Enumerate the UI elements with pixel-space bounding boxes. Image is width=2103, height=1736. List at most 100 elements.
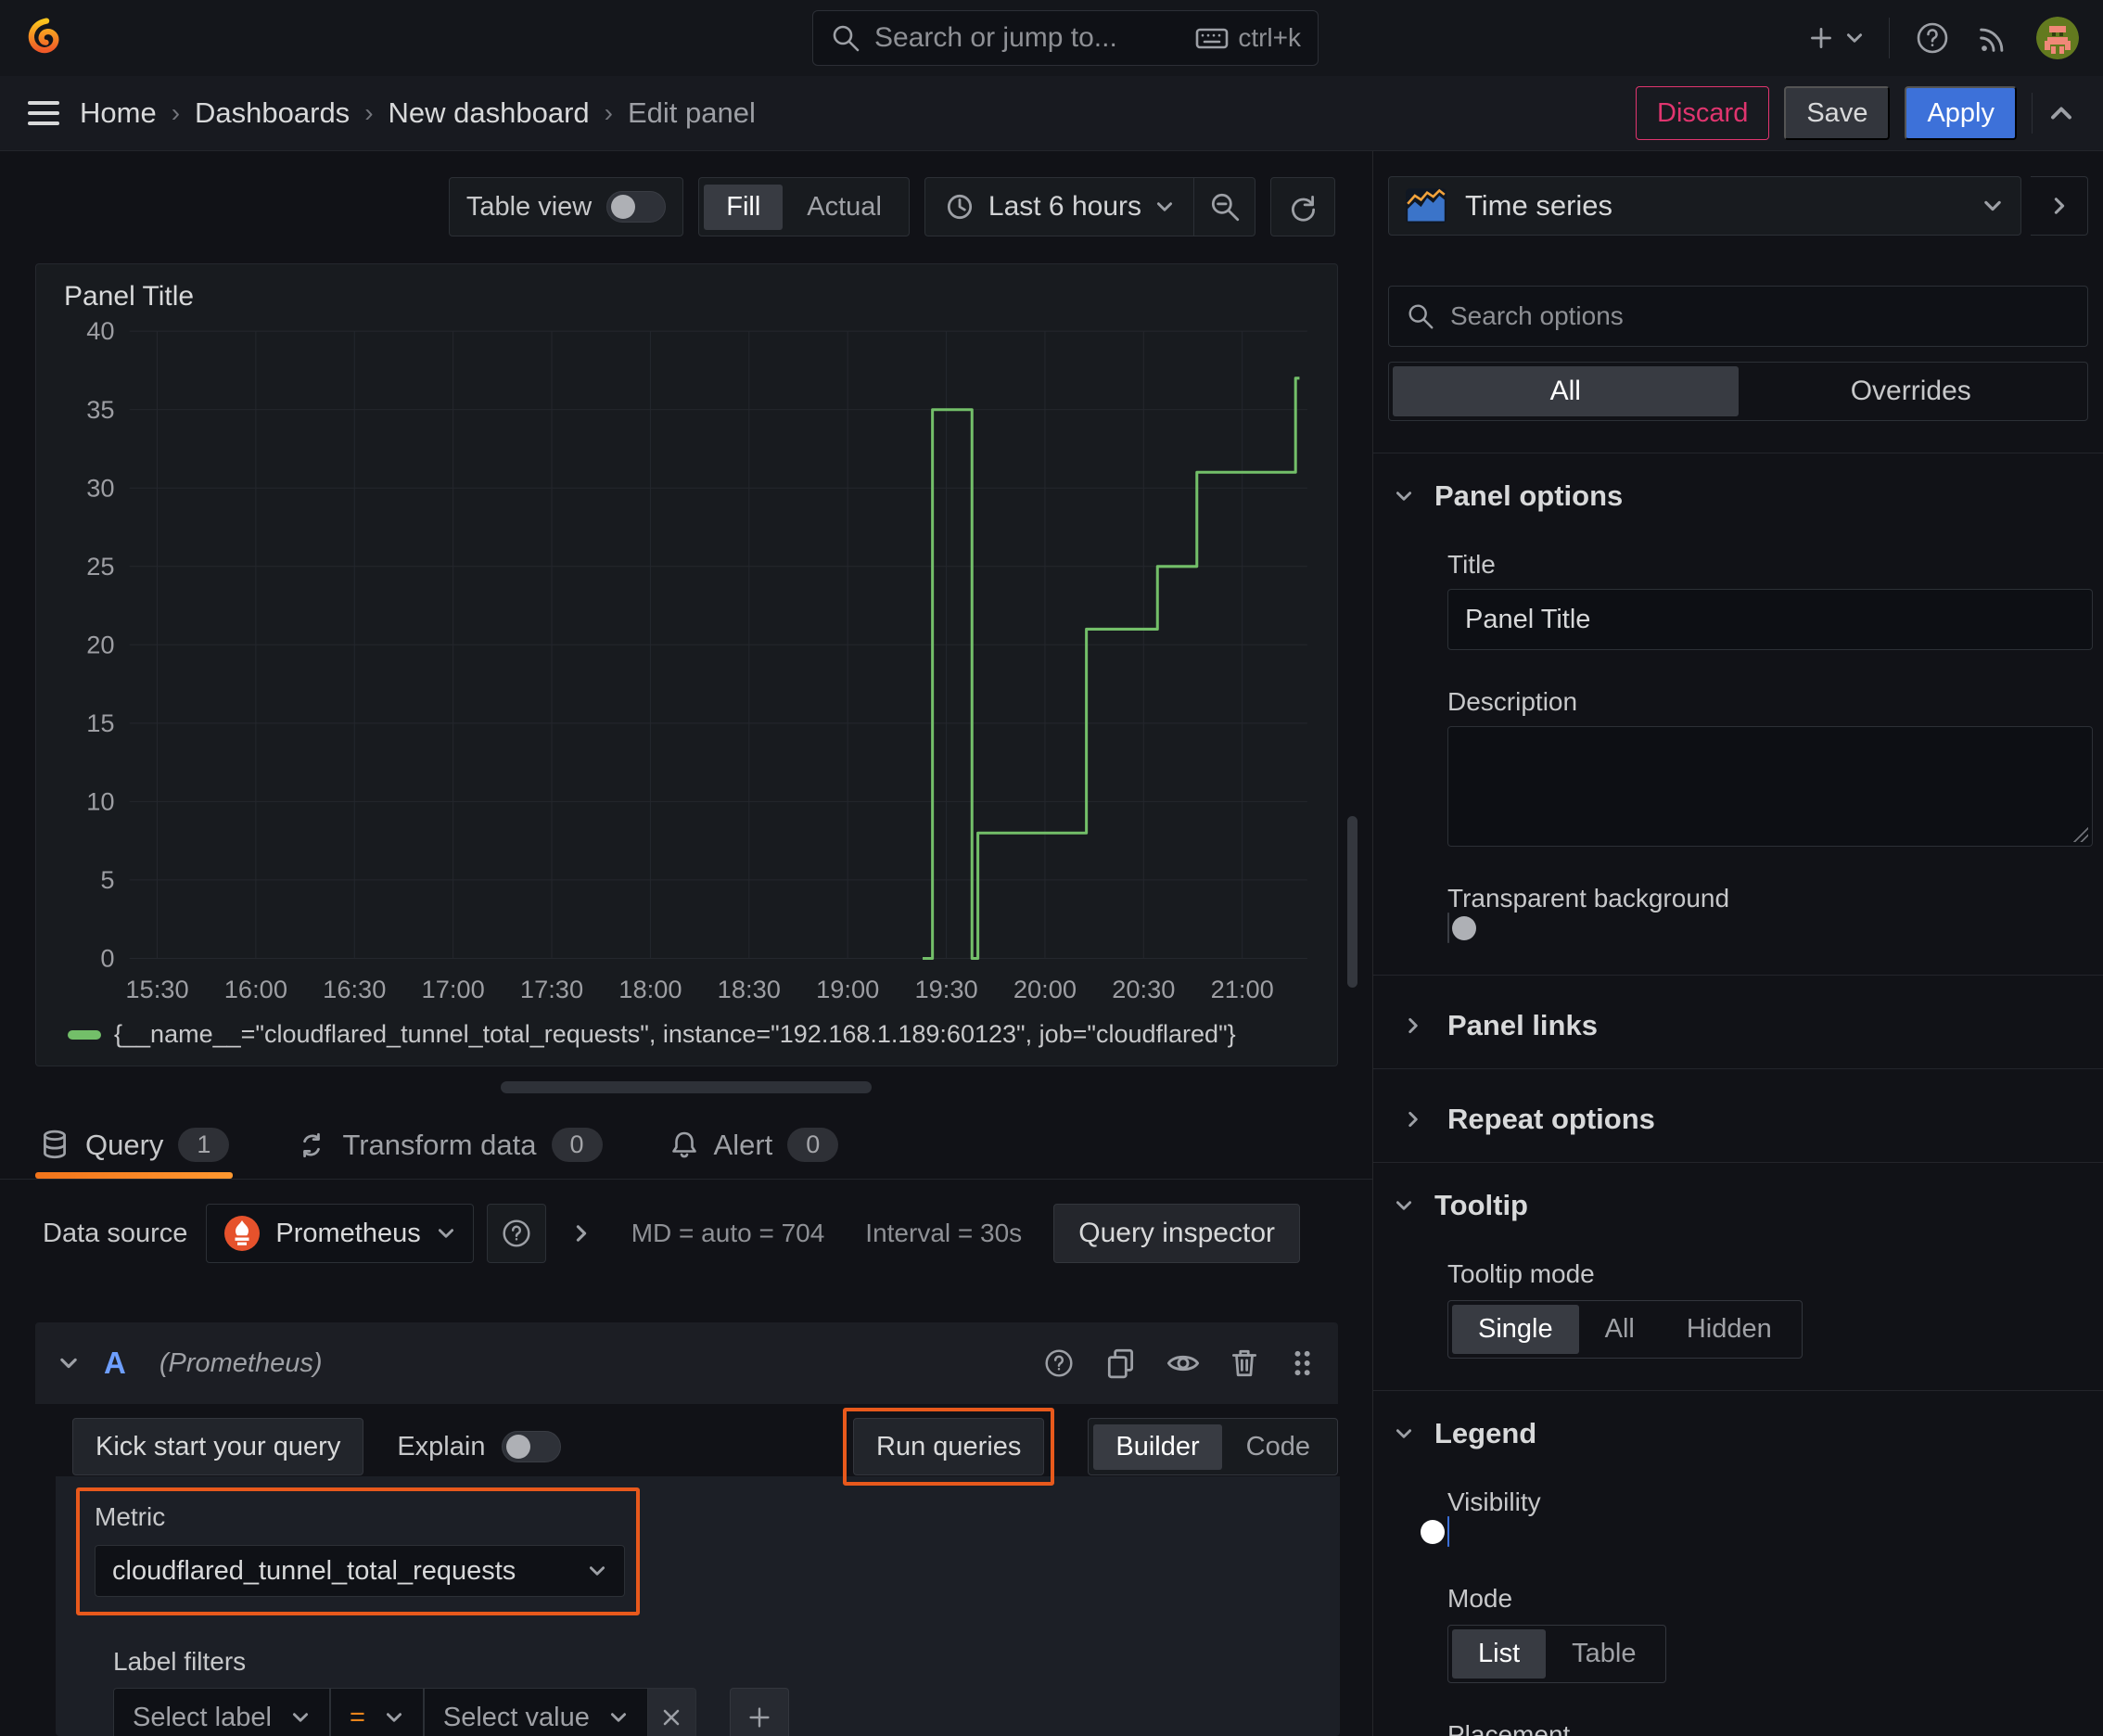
chevron-down-icon — [1396, 1429, 1412, 1438]
legend-mode-table[interactable]: Table — [1546, 1629, 1662, 1679]
options-search[interactable]: Search options — [1388, 286, 2088, 347]
grafana-logo[interactable] — [24, 17, 67, 59]
datasource-picker[interactable]: Prometheus — [206, 1204, 474, 1263]
zoom-out-icon — [1211, 193, 1239, 222]
panel-title: Panel Title — [64, 281, 195, 312]
time-series-chart[interactable]: 0 5 10 15 20 25 30 35 40 15:30 16:00 16:30 17:00 17:3… — [60, 318, 1313, 1015]
delete-query-icon[interactable] — [1229, 1347, 1260, 1380]
breadcrumb-new-dashboard[interactable]: New dashboard — [389, 96, 590, 130]
discard-button[interactable]: Discard — [1636, 86, 1770, 140]
chevron-right-icon — [2054, 198, 2064, 214]
datasource-row: Data source Prometheus MD = auto = 704 I… — [43, 1204, 1372, 1263]
hamburger-menu-icon[interactable] — [28, 95, 59, 132]
kick-start-query-button[interactable]: Kick start your query — [72, 1418, 364, 1475]
description-textarea[interactable] — [1447, 726, 2093, 847]
interval-stat: Interval = 30s — [865, 1219, 1023, 1247]
chevron-down-icon — [1846, 33, 1863, 43]
builder-option[interactable]: Builder — [1093, 1423, 1222, 1470]
save-button[interactable]: Save — [1784, 86, 1891, 140]
table-view-toggle[interactable] — [606, 191, 667, 223]
global-search[interactable]: Search or jump to... ctrl+k — [812, 10, 1319, 66]
tab-overrides[interactable]: Overrides — [1739, 366, 2084, 416]
tooltip-mode-hidden[interactable]: Hidden — [1661, 1305, 1798, 1354]
select-label-dropdown[interactable]: Select label — [113, 1688, 330, 1736]
divider — [2032, 93, 2033, 134]
panel-options-section-header[interactable]: Panel options — [1388, 479, 2088, 513]
legend-section-header[interactable]: Legend — [1388, 1417, 2088, 1450]
time-range-button[interactable]: Last 6 hours — [925, 191, 1193, 223]
options-filter-tabs: All Overrides — [1388, 362, 2088, 421]
datasource-help-button[interactable] — [486, 1204, 546, 1263]
panel-resize-track — [0, 1066, 1372, 1107]
panel-links-section[interactable]: Panel links — [1388, 1003, 2088, 1048]
description-field-label: Description — [1447, 687, 1578, 716]
collapse-chevron-icon[interactable] — [57, 1352, 80, 1374]
legend-mode-list[interactable]: List — [1452, 1629, 1547, 1679]
add-filter-button[interactable] — [729, 1688, 789, 1736]
query-inspector-button[interactable]: Query inspector — [1053, 1204, 1300, 1263]
tab-all[interactable]: All — [1393, 366, 1739, 416]
svg-text:20:00: 20:00 — [1013, 975, 1077, 1003]
breadcrumb-home[interactable]: Home — [80, 96, 157, 130]
help-button[interactable] — [1914, 19, 1951, 57]
chevron-down-icon — [292, 1713, 308, 1722]
query-row-header[interactable]: A (Prometheus) — [35, 1322, 1338, 1404]
chevron-right-icon: › — [364, 98, 374, 127]
tab-transform-data[interactable]: Transform data 0 — [292, 1128, 605, 1179]
metric-value: cloudflared_tunnel_total_requests — [112, 1555, 516, 1586]
breadcrumb-edit-panel: Edit panel — [627, 96, 756, 129]
tooltip-section-header[interactable]: Tooltip — [1388, 1189, 2088, 1222]
zoom-out-time-button[interactable] — [1193, 178, 1255, 236]
tooltip-mode-all[interactable]: All — [1579, 1305, 1661, 1354]
toggle-visibility-icon[interactable] — [1166, 1348, 1201, 1378]
new-menu-button[interactable] — [1805, 22, 1865, 54]
divider — [1373, 1162, 2103, 1163]
code-option[interactable]: Code — [1224, 1424, 1332, 1470]
expand-options-chevron-icon[interactable] — [570, 1222, 593, 1245]
metric-select[interactable]: cloudflared_tunnel_total_requests — [95, 1545, 625, 1597]
explain-toggle[interactable] — [502, 1431, 562, 1462]
refresh-button[interactable] — [1270, 177, 1335, 236]
resize-handle-icon[interactable] — [2071, 825, 2088, 842]
tooltip-mode-single[interactable]: Single — [1452, 1305, 1579, 1354]
tab-alert[interactable]: Alert 0 — [666, 1128, 843, 1179]
plus-icon — [1811, 28, 1831, 48]
chevron-down-icon — [1396, 1201, 1412, 1210]
remove-filter-button[interactable] — [647, 1688, 696, 1736]
legend-visibility-label: Visibility — [1447, 1487, 1541, 1516]
select-value-dropdown[interactable]: Select value — [423, 1688, 648, 1736]
actual-option[interactable]: Actual — [784, 185, 904, 230]
panel-options-sidebar: Time series Search options All Overrides… — [1372, 151, 2103, 1736]
panel-resize-handle[interactable] — [501, 1080, 872, 1093]
metric-highlight: Metric cloudflared_tunnel_total_requests — [76, 1487, 640, 1615]
repeat-options-section[interactable]: Repeat options — [1388, 1097, 2088, 1142]
svg-text:16:00: 16:00 — [224, 975, 287, 1003]
query-help-icon[interactable] — [1041, 1346, 1077, 1381]
transform-count-badge: 0 — [551, 1128, 603, 1162]
chevron-up-icon[interactable] — [2047, 99, 2075, 127]
search-icon — [830, 22, 861, 54]
user-avatar[interactable] — [2036, 17, 2079, 59]
visualization-picker[interactable]: Time series — [1388, 176, 2021, 236]
vertical-scrollbar[interactable] — [1347, 816, 1357, 988]
divider — [1373, 1390, 2103, 1391]
duplicate-query-icon[interactable] — [1104, 1347, 1138, 1380]
divider — [1373, 1068, 2103, 1069]
divider — [1373, 975, 2103, 976]
series-label[interactable]: {__name__="cloudflared_tunnel_total_requ… — [114, 1020, 1236, 1049]
breadcrumb-dashboards[interactable]: Dashboards — [195, 96, 350, 130]
run-queries-button[interactable]: Run queries — [853, 1418, 1045, 1475]
news-button[interactable] — [1975, 19, 2012, 57]
legend-visibility-toggle[interactable] — [1421, 1516, 1449, 1547]
drag-handle-icon[interactable] — [1288, 1347, 1316, 1379]
open-viz-list-button[interactable] — [2031, 176, 2088, 236]
transparent-background-toggle[interactable] — [1447, 913, 1476, 943]
refresh-icon — [1292, 196, 1316, 222]
svg-text:15:30: 15:30 — [125, 975, 188, 1003]
chevron-right-icon: › — [171, 98, 181, 127]
panel-title-input[interactable] — [1447, 589, 2093, 650]
fill-option[interactable]: Fill — [704, 184, 784, 230]
operator-dropdown[interactable]: = — [329, 1688, 424, 1736]
tab-query[interactable]: Query 1 — [35, 1128, 234, 1179]
apply-button[interactable]: Apply — [1905, 86, 2017, 140]
